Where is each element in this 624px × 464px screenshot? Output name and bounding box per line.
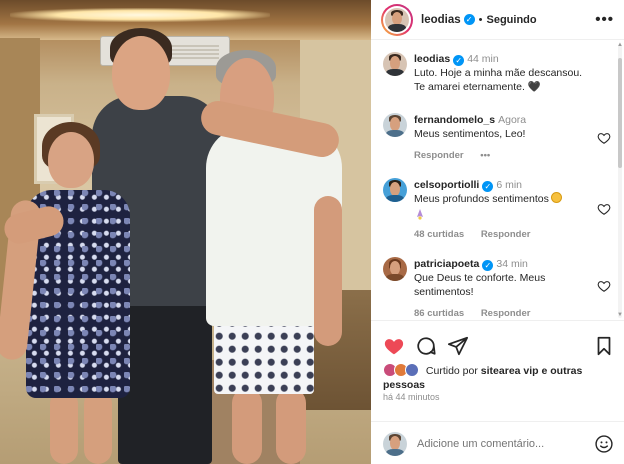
reply-button[interactable]: Responder [414,150,464,161]
post-side-panel: leodias ✓ • Seguindo ••• leodias ✓ 44 min … [371,0,624,464]
caption-text: Luto. Hoje a minha mãe descansou. Te ama… [414,67,583,93]
following-button[interactable]: Seguindo [487,14,537,26]
comment-item: celsoportiolli ✓ 6 min Meus profundos sent… [383,178,611,242]
story-ring[interactable] [381,3,413,36]
sad-emoji-icon [550,192,562,203]
woman-head [48,132,94,188]
caption-username[interactable]: leodias [414,53,450,65]
comment-text: Meus sentimentos, Leo! [414,128,526,140]
current-user-avatar [383,432,407,456]
caption: leodias ✓ 44 min Luto. Hoje a minha mãe de… [383,52,611,102]
man-white-shorts [214,318,314,394]
reply-button[interactable]: Responder [481,229,531,240]
pray-emoji-icon [414,208,426,220]
man-black-head [112,36,170,110]
author-username[interactable]: leodias [421,14,461,26]
verified-badge-icon: ✓ [482,260,494,271]
woman-leg-right [84,390,112,464]
liked-by-prefix: Curtido por [425,365,478,377]
comment-icon[interactable] [415,335,437,357]
comment-likes-count[interactable]: 86 curtidas [414,308,464,319]
emoji-icon[interactable] [594,434,614,454]
ceiling-light [10,8,270,22]
reply-button[interactable]: Responder [481,308,531,319]
comments-scrollbar-thumb[interactable] [618,58,622,168]
caption-avatar[interactable] [383,52,407,76]
bookmark-icon[interactable] [593,335,615,357]
add-comment-input[interactable] [417,438,577,450]
man-white-leg-right [276,388,306,464]
commenter-avatar[interactable] [383,178,407,202]
liked-by-user[interactable]: sitearea vip [481,365,539,377]
scroll-down-arrow-icon[interactable]: ▼ [617,312,623,318]
comment-username[interactable]: fernandomelo_s [414,114,495,126]
add-comment-bar [371,421,624,464]
comment-text: Meus profundos sentimentos [414,193,549,205]
commenter-avatar[interactable] [383,113,407,137]
comment-like-heart-icon[interactable] [597,279,611,293]
comment-item: patriciapoeta ✓ 34 min Que Deus te confort… [383,257,611,320]
post-photo[interactable] [0,0,371,464]
author-avatar[interactable] [385,7,409,32]
comment-username[interactable]: patriciapoeta [414,258,479,270]
more-options-icon[interactable]: ••• [595,11,614,28]
comment-item: fernandomelo_s Agora Meus sentimentos, Le… [383,113,611,163]
post-actions: Curtido por sitearea vip e outras pessoa… [371,320,624,464]
comment-like-heart-icon[interactable] [597,131,611,145]
send-icon[interactable] [447,335,469,357]
comments-list[interactable]: leodias ✓ 44 min Luto. Hoje a minha mãe de… [371,41,624,320]
woman-leg-left [50,390,78,464]
liked-by-avatars[interactable] [383,363,423,377]
comment-time[interactable]: Agora [498,114,526,126]
liked-by: Curtido por sitearea vip e outras pessoa… [383,363,613,392]
comment-likes-count[interactable]: 48 curtidas [414,229,464,240]
comment-time[interactable]: 6 min [496,179,522,191]
verified-badge-icon: ✓ [453,55,465,66]
verified-badge-icon: ✓ [463,14,475,25]
comment-more-icon[interactable]: ••• [480,150,490,161]
post-header: leodias ✓ • Seguindo ••• [371,0,624,40]
action-buttons-row [383,335,615,357]
commenter-avatar[interactable] [383,257,407,281]
separator-dot: • [478,13,483,26]
comment-like-heart-icon[interactable] [597,202,611,216]
comment-time[interactable]: 34 min [496,258,528,270]
heart-icon[interactable] [383,335,405,357]
man-white-arm [314,196,342,346]
caption-time[interactable]: 44 min [467,53,499,65]
scroll-up-arrow-icon[interactable]: ▲ [617,42,623,48]
man-black-pants [118,296,212,464]
post-timestamp[interactable]: há 44 minutos [383,392,440,402]
comment-username[interactable]: celsoportiolli [414,179,479,191]
comment-text: Que Deus te conforte. Meus sentimentos! [414,272,546,298]
verified-badge-icon: ✓ [482,181,494,192]
man-white-leg-left [232,388,262,464]
